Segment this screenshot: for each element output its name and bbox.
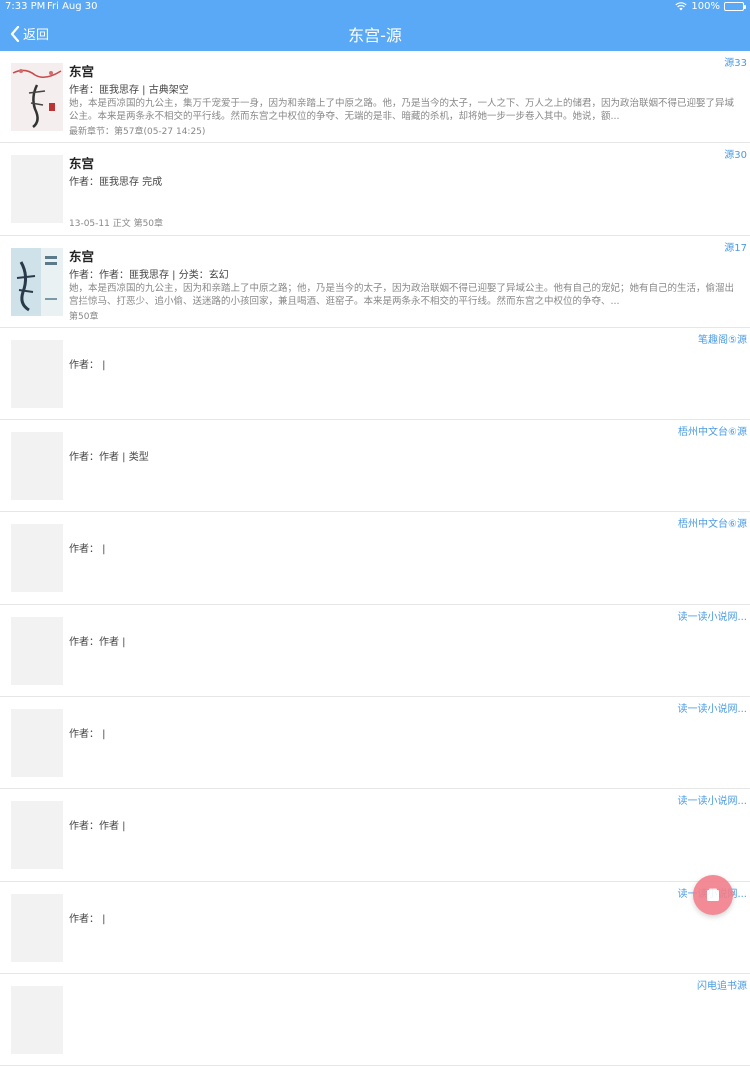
book-author: 作者：匪我思存 | 古典架空 <box>69 85 189 96</box>
book-cover <box>11 709 63 778</box>
source-label[interactable]: 闪电追书源 <box>697 977 747 992</box>
source-label[interactable]: 读一读小说网... <box>677 792 747 807</box>
list-item[interactable]: 闪电追书源 <box>0 974 750 1066</box>
book-author: 作者：匪我思存 完成 <box>69 177 163 189</box>
list-item[interactable]: 作者：作者 | 读一读小说网... <box>0 789 750 882</box>
book-cover <box>11 801 63 870</box>
source-list: 东宫 作者：匪我思存 | 古典架空 她，本是西凉国的九公主，集万千宠爱于一身，因… <box>0 51 750 1066</box>
book-author: 作者： | <box>69 729 106 741</box>
book-author: 作者： | <box>69 913 106 925</box>
list-item[interactable]: 作者： | 读一读小说网... <box>0 697 750 790</box>
list-item[interactable]: 作者：作者 | 类型 梧州中文台⑥源 <box>0 420 750 513</box>
list-item[interactable]: 作者：作者 | 读一读小说网... <box>0 605 750 698</box>
book-author: 作者： | <box>69 359 106 371</box>
source-label[interactable]: 读一读小说网... <box>677 700 747 715</box>
status-time: 7:33 PM <box>5 1 46 12</box>
bookshelf-button[interactable] <box>693 875 733 915</box>
source-label[interactable]: 源33 <box>724 54 747 69</box>
battery-percent: 100% <box>691 1 720 12</box>
bookshelf-icon <box>707 888 719 901</box>
book-cover <box>11 616 63 685</box>
battery-icon <box>724 2 746 11</box>
book-cover <box>11 893 63 962</box>
list-item[interactable]: 东宫 作者：匪我思存 | 古典架空 她，本是西凉国的九公主，集万千宠爱于一身，因… <box>0 51 750 144</box>
book-title: 东宫 <box>69 248 95 264</box>
source-label[interactable]: 源17 <box>724 239 747 254</box>
status-date: Fri Aug 30 <box>47 1 98 12</box>
book-title: 东宫 <box>69 156 95 172</box>
source-label[interactable]: 读一读小说网... <box>677 608 747 623</box>
list-item[interactable]: 东宫 作者：作者：匪我思存 | 分类：玄幻 她，本是西凉国的九公主，因为和亲踏上… <box>0 236 750 328</box>
source-label[interactable]: 笔趣阁⑤源 <box>698 331 747 346</box>
book-cover <box>11 63 63 131</box>
source-label[interactable]: 梧州中文台⑥源 <box>678 423 747 438</box>
book-author: 作者：作者 | <box>69 636 126 648</box>
page-title: 东宫-源 <box>348 26 402 45</box>
book-author: 作者：作者 | 类型 <box>69 452 149 464</box>
book-author: 作者：作者：匪我思存 | 分类：玄幻 <box>69 269 229 281</box>
book-cover <box>11 339 63 408</box>
book-title: 东宫 <box>69 64 95 79</box>
book-author: 作者： | <box>69 544 106 556</box>
latest-chapter: 13-05-11 正文 第50章 <box>69 219 164 230</box>
latest-chapter: 第50章 <box>69 311 99 322</box>
book-intro: 她，本是西凉国的九公主，集万千宠爱于一身，因为和亲踏上了中原之路。他，乃是当今的… <box>69 98 735 122</box>
list-item[interactable]: 作者： | 梧州中文台⑥源 <box>0 512 750 605</box>
status-right: 100% <box>675 1 746 12</box>
status-bar: 7:33 PM Fri Aug 30 100% <box>0 0 750 14</box>
latest-chapter: 最新章节：第57章(05-27 14:25) <box>69 127 206 137</box>
book-author: 作者：作者 | <box>69 821 126 833</box>
book-cover <box>11 524 63 593</box>
book-cover <box>11 432 63 501</box>
nav-bar: 7:33 PM Fri Aug 30 100% 返回 东宫-源 <box>0 0 750 51</box>
list-item[interactable]: 东宫 作者：匪我思存 完成 13-05-11 正文 第50章 源30 <box>0 143 750 236</box>
list-item[interactable]: 作者： | 笔趣阁⑤源 <box>0 328 750 421</box>
book-cover <box>11 155 63 224</box>
book-cover <box>11 247 63 316</box>
book-cover <box>11 985 63 1054</box>
source-label[interactable]: 源30 <box>724 146 747 161</box>
wifi-icon <box>675 2 688 11</box>
book-intro: 她，本是西凉国的九公主，因为和亲踏上了中原之路；他，乃是当今的太子，因为政治联姻… <box>69 282 735 307</box>
list-item[interactable]: 作者： | 读一读小说网... <box>0 882 750 974</box>
source-label[interactable]: 梧州中文台⑥源 <box>678 515 747 530</box>
